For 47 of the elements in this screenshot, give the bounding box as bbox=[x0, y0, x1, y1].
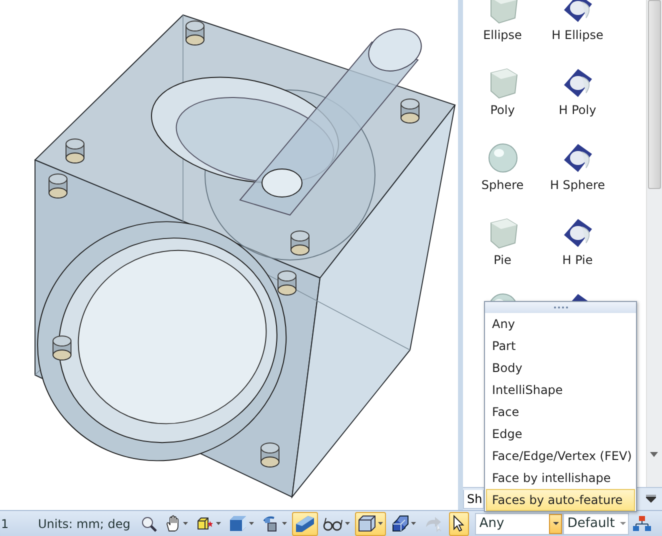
caret-icon[interactable] bbox=[216, 522, 222, 525]
caret-icon[interactable] bbox=[282, 522, 288, 525]
catalog-item[interactable]: Pie bbox=[465, 211, 540, 286]
menu-item[interactable]: Face bbox=[486, 401, 635, 423]
frame-cube-icon[interactable] bbox=[358, 515, 376, 532]
caret-icon[interactable] bbox=[620, 522, 626, 525]
page-number: 1 bbox=[1, 516, 10, 530]
catalog-item[interactable]: H Pie bbox=[540, 211, 615, 286]
menu-item[interactable]: Face by intellishape bbox=[486, 467, 635, 489]
chevron-down-icon[interactable] bbox=[646, 495, 656, 503]
catalog-item[interactable]: Ellipse bbox=[465, 0, 540, 61]
scrollbar-thumb[interactable] bbox=[648, 0, 661, 189]
menu-item[interactable]: IntelliShape bbox=[486, 379, 635, 401]
caret-icon[interactable] bbox=[552, 522, 559, 525]
caret-icon[interactable] bbox=[378, 522, 384, 525]
glasses-icon[interactable] bbox=[323, 516, 344, 530]
blocks-icon[interactable] bbox=[391, 515, 410, 532]
catalog-item[interactable]: H Ellipse bbox=[540, 0, 615, 61]
zoom-icon[interactable] bbox=[141, 516, 158, 532]
catalog-tab[interactable]: Sh bbox=[463, 490, 484, 508]
scrollbar[interactable] bbox=[646, 0, 662, 487]
caret-icon[interactable] bbox=[345, 522, 350, 525]
hand-icon[interactable] bbox=[165, 515, 182, 532]
menu-item[interactable]: Part bbox=[486, 335, 635, 357]
toolbar-button[interactable] bbox=[449, 512, 470, 536]
menu-item[interactable]: Face/Edge/Vertex (FEV) bbox=[486, 445, 635, 467]
toolbar-button[interactable] bbox=[355, 512, 386, 536]
menu-item[interactable]: Edge bbox=[486, 423, 635, 445]
menu-item[interactable]: Body bbox=[486, 357, 635, 379]
scroll-down-icon[interactable] bbox=[650, 452, 658, 457]
gripper-icon[interactable] bbox=[554, 306, 568, 309]
catalog-item[interactable]: H Sphere bbox=[540, 136, 615, 211]
menu-item[interactable]: Any bbox=[486, 313, 635, 335]
cursor-icon[interactable] bbox=[452, 515, 466, 532]
catalog-item[interactable]: Poly bbox=[465, 61, 540, 136]
cube-star-icon[interactable] bbox=[196, 516, 214, 532]
menu-item[interactable]: Faces by auto-feature bbox=[486, 489, 635, 511]
style-combo[interactable]: Default bbox=[563, 512, 630, 534]
hierarchy-icon[interactable] bbox=[633, 516, 652, 532]
selection-filter-combo[interactable]: Any bbox=[475, 512, 564, 534]
units-label: Units: mm; deg bbox=[38, 516, 130, 530]
cube-icon[interactable] bbox=[229, 515, 248, 532]
caret-icon[interactable] bbox=[183, 522, 188, 525]
catalog-item[interactable]: Sphere bbox=[465, 136, 540, 211]
catalog-item[interactable]: H Poly bbox=[540, 61, 615, 136]
caret-icon[interactable] bbox=[411, 522, 416, 525]
caret-icon[interactable] bbox=[249, 522, 254, 525]
